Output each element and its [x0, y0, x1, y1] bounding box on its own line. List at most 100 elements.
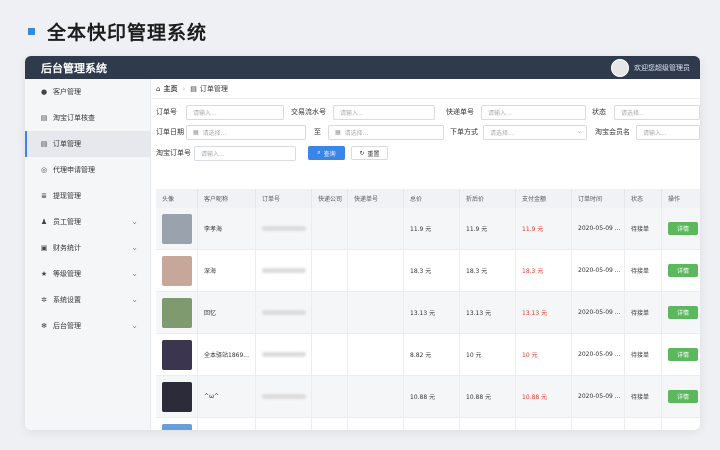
sidebar-item[interactable]: ▤ 淘宝订单核查: [25, 105, 150, 131]
order-date-start[interactable]: ▦ 请选择...: [186, 124, 306, 140]
express-no-label: 快递单号: [446, 108, 474, 116]
breadcrumb-current: 订单管理: [199, 84, 228, 93]
action-cell: 详情: [662, 292, 700, 333]
chevron-down-icon: ⌄: [131, 321, 138, 330]
sidebar: ● 客户管理 ▤ 淘宝订单核查 ▤ 订单管理 ◎ 代理申请管理 ≣ 提现管理 ♟ 员工管理 ⌄ ▣ 财务统计…: [25, 79, 151, 430]
breadcrumb-home[interactable]: 主页: [163, 84, 177, 94]
date-to-label: 至: [314, 128, 321, 136]
trade-no-input[interactable]: 请输入...: [333, 104, 435, 120]
sidebar-item[interactable]: ✲ 系统设置 ⌄: [25, 287, 150, 313]
avatar: [162, 423, 192, 430]
sidebar-item-label: 员工管理: [53, 218, 81, 226]
express-company-cell: [312, 418, 348, 430]
sidebar-item[interactable]: ♟ 员工管理 ⌄: [25, 209, 150, 235]
status-select[interactable]: 请选择...: [614, 104, 700, 120]
home-icon: ⌂: [156, 84, 161, 93]
reset-button[interactable]: ↻ 重置: [351, 146, 388, 160]
order-date-end[interactable]: ▦ 请选择...: [328, 124, 444, 140]
calendar-icon: ▦: [193, 128, 199, 136]
sidebar-item[interactable]: ▤ 订单管理: [25, 131, 150, 157]
topbar: 后台管理系统 欢迎您超级管理员: [25, 56, 700, 79]
redacted-value: [262, 226, 306, 231]
clock-icon: ◎: [40, 166, 48, 174]
detail-button[interactable]: 详情: [668, 390, 698, 403]
express-no-input[interactable]: 请输入...: [481, 104, 586, 120]
avatar-cell: [156, 376, 198, 417]
user-greeting[interactable]: 欢迎您超级管理员: [634, 63, 690, 73]
express-no-cell: [348, 250, 404, 291]
detail-button[interactable]: 详情: [668, 348, 698, 361]
user-area[interactable]: 欢迎您超级管理员: [611, 58, 690, 77]
sidebar-item[interactable]: ▣ 财务统计 ⌄: [25, 235, 150, 261]
table-row: @肚脐眼儿-9.57 元10 元10 元2020-05-09 ...待接单详情: [156, 418, 700, 430]
heading-marker: [28, 27, 35, 35]
list-icon: ≣: [41, 192, 47, 200]
status-label: 状态: [592, 108, 606, 116]
express-no-cell: [348, 292, 404, 333]
table-row: ^ω^ 10.88 元 10.88 元 10.88 元 2020-05-09 ... 待接…: [156, 376, 700, 418]
sidebar-item[interactable]: ◎ 代理申请管理: [25, 157, 150, 183]
taobao-order-input[interactable]: 请输入...: [194, 145, 296, 161]
order-no-cell: [256, 250, 312, 291]
nickname-cell: 全本驿站1869...: [198, 334, 256, 375]
sidebar-item-label: 订单管理: [53, 140, 81, 148]
column-header: 快递单号: [348, 189, 404, 208]
status-cell: 待接单: [625, 292, 662, 333]
column-header: 操作: [668, 196, 681, 203]
avatar-cell: [156, 334, 198, 375]
calendar-icon: ▦: [335, 128, 341, 136]
avatar-cell: [156, 418, 198, 430]
document-icon: ▤: [190, 84, 197, 93]
redacted-value: [262, 394, 306, 399]
search-icon: ⌕: [317, 149, 321, 156]
gears-icon: ✻: [41, 322, 47, 330]
express-company-cell: [312, 334, 348, 375]
status-cell: 待接单: [625, 250, 662, 291]
table-body: 李孝海 11.9 元 11.9 元 11.9 元 2020-05-09 ... 待接单 详情…: [156, 208, 700, 430]
chevron-down-icon: ⌄: [576, 127, 582, 135]
order-no-label: 订单号: [156, 108, 177, 116]
status-cell: 待接单: [625, 418, 662, 430]
detail-button[interactable]: 详情: [668, 222, 698, 235]
total-cell: 10.88 元: [404, 376, 460, 417]
order-no-cell: [256, 208, 312, 249]
column-header: 折后价: [460, 189, 516, 208]
table-row: 深海 18.3 元 18.3 元 18.3 元 2020-05-09 ... 待接单 详情: [156, 250, 700, 292]
discount-cell: 13.13 元: [460, 292, 516, 333]
column-header: 状态: [625, 189, 662, 208]
sidebar-item[interactable]: ● 客户管理: [25, 79, 150, 105]
app-title: 后台管理系统: [41, 61, 107, 75]
order-method-select[interactable]: 请选择... ⌄: [483, 124, 587, 140]
express-no-cell: [348, 418, 404, 430]
sidebar-item[interactable]: ★ 等级管理 ⌄: [25, 261, 150, 287]
taobao-member-input[interactable]: 请输入...: [636, 124, 700, 140]
avatar[interactable]: [611, 58, 629, 77]
column-header: 头像: [156, 189, 198, 208]
sidebar-item-label: 等级管理: [53, 270, 81, 278]
sidebar-item-label: 客户管理: [53, 88, 81, 96]
order-method-label: 下单方式: [450, 128, 478, 136]
document-icon: ▤: [40, 114, 48, 122]
redacted-value: [262, 268, 306, 273]
express-company-cell: [312, 250, 348, 291]
action-cell: 详情: [662, 250, 700, 291]
sidebar-item-label: 后台管理: [53, 322, 81, 330]
sidebar-item[interactable]: ≣ 提现管理: [25, 183, 150, 209]
refresh-icon: ↻: [359, 149, 365, 157]
avatar-cell: [156, 208, 198, 249]
detail-button[interactable]: 详情: [668, 306, 698, 319]
search-button[interactable]: ⌕ 查询: [308, 146, 345, 160]
sidebar-item[interactable]: ✻ 后台管理 ⌄: [25, 313, 150, 339]
action-cell: 详情: [662, 376, 700, 417]
avatar: [162, 255, 192, 286]
user-icon: ●: [40, 88, 48, 96]
order-no-input[interactable]: 请输入...: [186, 104, 284, 120]
discount-cell: 18.3 元: [460, 250, 516, 291]
order-time-cell: 2020-05-09 ...: [572, 208, 625, 249]
express-company-cell: [312, 292, 348, 333]
detail-button[interactable]: 详情: [668, 264, 698, 277]
paid-cell: 10 元: [516, 418, 572, 430]
redacted-value: [262, 310, 306, 315]
order-time-cell: 2020-05-09 ...: [572, 250, 625, 291]
avatar-cell: [156, 250, 198, 291]
